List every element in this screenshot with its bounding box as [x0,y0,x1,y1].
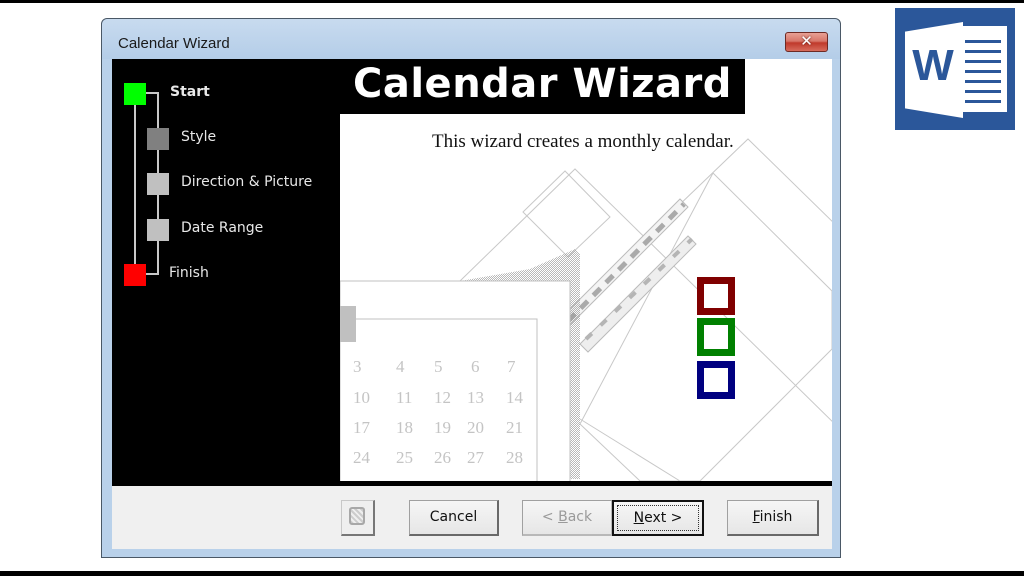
office-assistant-button[interactable] [341,500,375,536]
calendar-day: 12 [434,388,451,407]
window-title: Calendar Wizard [118,35,230,52]
cancel-button[interactable]: Cancel [409,500,499,536]
step-marker-direction-picture [147,173,169,195]
calendar-day: 7 [507,357,516,376]
color-swatch-blue [697,361,735,399]
calendar-day: 18 [396,418,413,437]
calendar-day: 17 [353,418,370,437]
calendar-day: 13 [467,388,484,407]
finish-button-accel: F [752,509,760,525]
video-letterbox-bottom [0,571,1024,576]
finish-button[interactable]: Finish [727,500,819,536]
calendar-day: 5 [434,357,443,376]
calendar-day: 26 [434,448,451,467]
step-label-style: Style [181,129,217,145]
step-marker-start [124,83,146,105]
step-label-direction-picture: Direction & Picture [181,174,313,190]
title-bar[interactable]: Calendar Wizard ✕ [102,19,840,59]
back-button[interactable]: < Back [522,500,613,536]
content-divider [112,481,832,486]
calendar-day: 14 [506,388,523,407]
cancel-button-label: Cancel [429,509,478,525]
word-logo-page [957,26,1007,112]
wizard-description: This wizard creates a monthly calendar. [432,131,734,152]
step-connector-top [145,92,159,94]
calendar-day: 19 [434,418,451,437]
step-marker-style [147,128,169,150]
step-marker-finish [124,264,146,286]
close-icon: ✕ [800,32,813,50]
word-logo-icon: W [895,8,1015,130]
color-swatch-red [697,277,735,315]
calendar-day: 28 [506,448,523,467]
wizard-steps-sidebar: Start Style Direction & Picture Date Ran… [112,59,340,486]
office-assistant-icon [349,507,365,525]
back-button-prefix: < [541,509,559,525]
calendar-day: 27 [467,448,484,467]
step-label-start: Start [170,84,210,100]
flat-calendar-page [340,280,571,481]
banner-title: Calendar Wizard [353,61,732,107]
calendar-day: 10 [353,388,370,407]
calendar-day: 25 [396,448,413,467]
wizard-illustration: Calendar Wizard This wizard creates a mo… [340,59,832,481]
step-connector-outer [134,92,136,274]
dialog-client-area: Start Style Direction & Picture Date Ran… [112,59,832,549]
calendar-day: 3 [353,357,362,376]
flat-calendar-tab [340,306,356,342]
step-marker-date-range [147,219,169,241]
calendar-day: 24 [353,448,370,467]
calendar-day: 11 [396,388,413,407]
video-letterbox-top [0,0,1024,3]
calendar-day: 20 [467,418,484,437]
calendar-day: 6 [471,357,480,376]
back-button-rest: ack [567,509,593,525]
finish-button-rest: inish [759,509,793,525]
color-swatch-green [697,318,735,356]
back-button-accel: B [558,509,568,525]
close-button[interactable]: ✕ [785,32,828,52]
small-tab-outline [522,170,611,258]
word-logo-letter: W [912,41,954,90]
step-connector-bottom [145,273,159,275]
step-label-finish: Finish [169,265,209,281]
next-button[interactable]: Next > [612,500,704,536]
calendar-day: 21 [506,418,523,437]
calendar-wizard-dialog: Calendar Wizard ✕ Start Style Direction … [101,18,841,558]
focus-ring [617,505,699,531]
calendar-day: 4 [396,357,405,376]
step-label-date-range: Date Range [181,220,264,236]
wizard-banner: Calendar Wizard [340,59,745,114]
